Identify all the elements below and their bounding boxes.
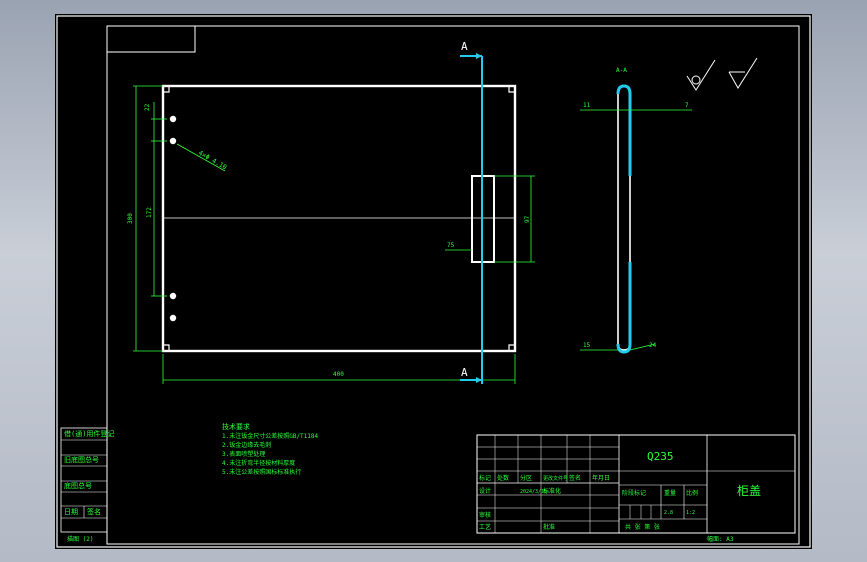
inner-frame bbox=[106, 25, 800, 545]
dim-side-bottom-right: 24 bbox=[649, 342, 657, 349]
cad-viewport[interactable]: 借(通)用件登记 旧底图总号 底图总号 日期 签名 描图 (2) 22 4×Φ … bbox=[0, 0, 867, 562]
left-block-row-5: 签名 bbox=[87, 507, 101, 516]
material-value: Q235 bbox=[647, 450, 674, 463]
outer-border bbox=[56, 15, 811, 548]
top-left-code-box bbox=[106, 25, 196, 53]
part-name: 柜盖 bbox=[737, 484, 761, 498]
side-profile-outline bbox=[617, 85, 631, 351]
change-header-3: 分区 bbox=[520, 474, 532, 482]
drawing-sheet: 借(通)用件登记 旧底图总号 底图总号 日期 签名 描图 (2) 22 4×Φ … bbox=[55, 14, 812, 549]
format-label: 幅面: A3 bbox=[707, 535, 734, 543]
note-line-2: 2.钣金边缘去毛刺 bbox=[222, 441, 271, 449]
mount-hole-3 bbox=[169, 292, 177, 300]
left-block-row-2: 旧底图总号 bbox=[64, 455, 99, 464]
dim-width-total: 400 bbox=[333, 371, 344, 378]
scale-header: 比例 bbox=[686, 489, 698, 497]
dim-side-bottom-left: 15 bbox=[583, 342, 591, 349]
side-section-view[interactable] bbox=[616, 84, 632, 354]
note-line-1: 1.未注钣金尺寸公差按照GB/T1184 bbox=[222, 432, 319, 440]
plate-corner-notches bbox=[163, 86, 515, 351]
section-label-bottom: A bbox=[461, 366, 468, 379]
section-label-top: A bbox=[461, 40, 468, 53]
note-line-3: 3.表面喷塑处理 bbox=[222, 450, 265, 458]
standardization-label: 标准化 bbox=[543, 487, 561, 495]
process-label: 工艺 bbox=[479, 523, 491, 531]
left-block-row-4: 日期 bbox=[64, 508, 78, 516]
dimension-lines bbox=[133, 85, 535, 384]
review-label: 审核 bbox=[479, 511, 491, 519]
roughness-symbol-2 bbox=[728, 57, 758, 89]
change-header-5: 签名 bbox=[569, 474, 581, 482]
notes-title: 技术要求 bbox=[222, 422, 250, 431]
roughness-symbol-1 bbox=[686, 59, 716, 91]
design-label: 设计 bbox=[479, 487, 491, 495]
left-block-row-1: 借(通)用件登记 bbox=[64, 429, 114, 438]
approval-label: 批准 bbox=[543, 523, 555, 531]
side-dimension-lines bbox=[580, 109, 692, 351]
change-header-2: 处数 bbox=[497, 474, 509, 482]
bottom-left-label: 描图 (2) bbox=[67, 535, 93, 543]
stage-header: 阶段标记 bbox=[622, 489, 646, 497]
mount-hole-2 bbox=[169, 137, 177, 145]
dim-height-total: 300 bbox=[127, 213, 134, 224]
dim-handle-offset: 75 bbox=[447, 242, 455, 249]
dim-handle-height: 97 bbox=[524, 215, 531, 223]
plate-outline bbox=[161, 84, 517, 353]
dim-side-top-right: 7 bbox=[685, 102, 689, 109]
change-header-1: 标记 bbox=[479, 474, 491, 482]
title-block: 标记 处数 分区 更改文件号 签名 年月日 设计 2024/3/15 标准化 审… bbox=[476, 434, 796, 543]
plate-front-view[interactable] bbox=[161, 84, 517, 353]
dim-side-top-left: 11 bbox=[583, 102, 591, 109]
left-block-row-3: 底图总号 bbox=[64, 481, 92, 490]
note-line-4: 4.未注折弯半径按材料厚度 bbox=[222, 459, 295, 467]
dim-height-inner: 172 bbox=[146, 207, 153, 218]
sheet-info: 共 张 第 张 bbox=[625, 523, 660, 531]
drawing-canvas: 借(通)用件登记 旧底图总号 底图总号 日期 签名 描图 (2) 22 4×Φ … bbox=[56, 15, 811, 548]
weight-value: 2.8 bbox=[664, 510, 673, 516]
mount-hole-1 bbox=[169, 115, 177, 123]
dim-hole-spec: 4×Φ 4.10 bbox=[197, 149, 228, 172]
left-registration-block: 借(通)用件登记 旧底图总号 底图总号 日期 签名 bbox=[60, 427, 114, 533]
change-header-6: 年月日 bbox=[592, 474, 610, 482]
scale-value: 1:2 bbox=[686, 510, 695, 516]
mount-hole-4 bbox=[169, 314, 177, 322]
side-bend-bottom bbox=[616, 343, 632, 354]
side-bend-top bbox=[616, 84, 632, 95]
technical-notes: 技术要求 1.未注钣金尺寸公差按照GB/T1184 2.钣金边缘去毛刺 3.表面… bbox=[222, 422, 319, 476]
dim-hole-top: 22 bbox=[144, 103, 151, 111]
change-header-4: 更改文件号 bbox=[543, 475, 568, 482]
weight-header: 重量 bbox=[664, 489, 676, 497]
section-view-label: A-A bbox=[616, 67, 627, 74]
note-line-5: 5.未注公差按照国标标准执行 bbox=[222, 468, 301, 476]
